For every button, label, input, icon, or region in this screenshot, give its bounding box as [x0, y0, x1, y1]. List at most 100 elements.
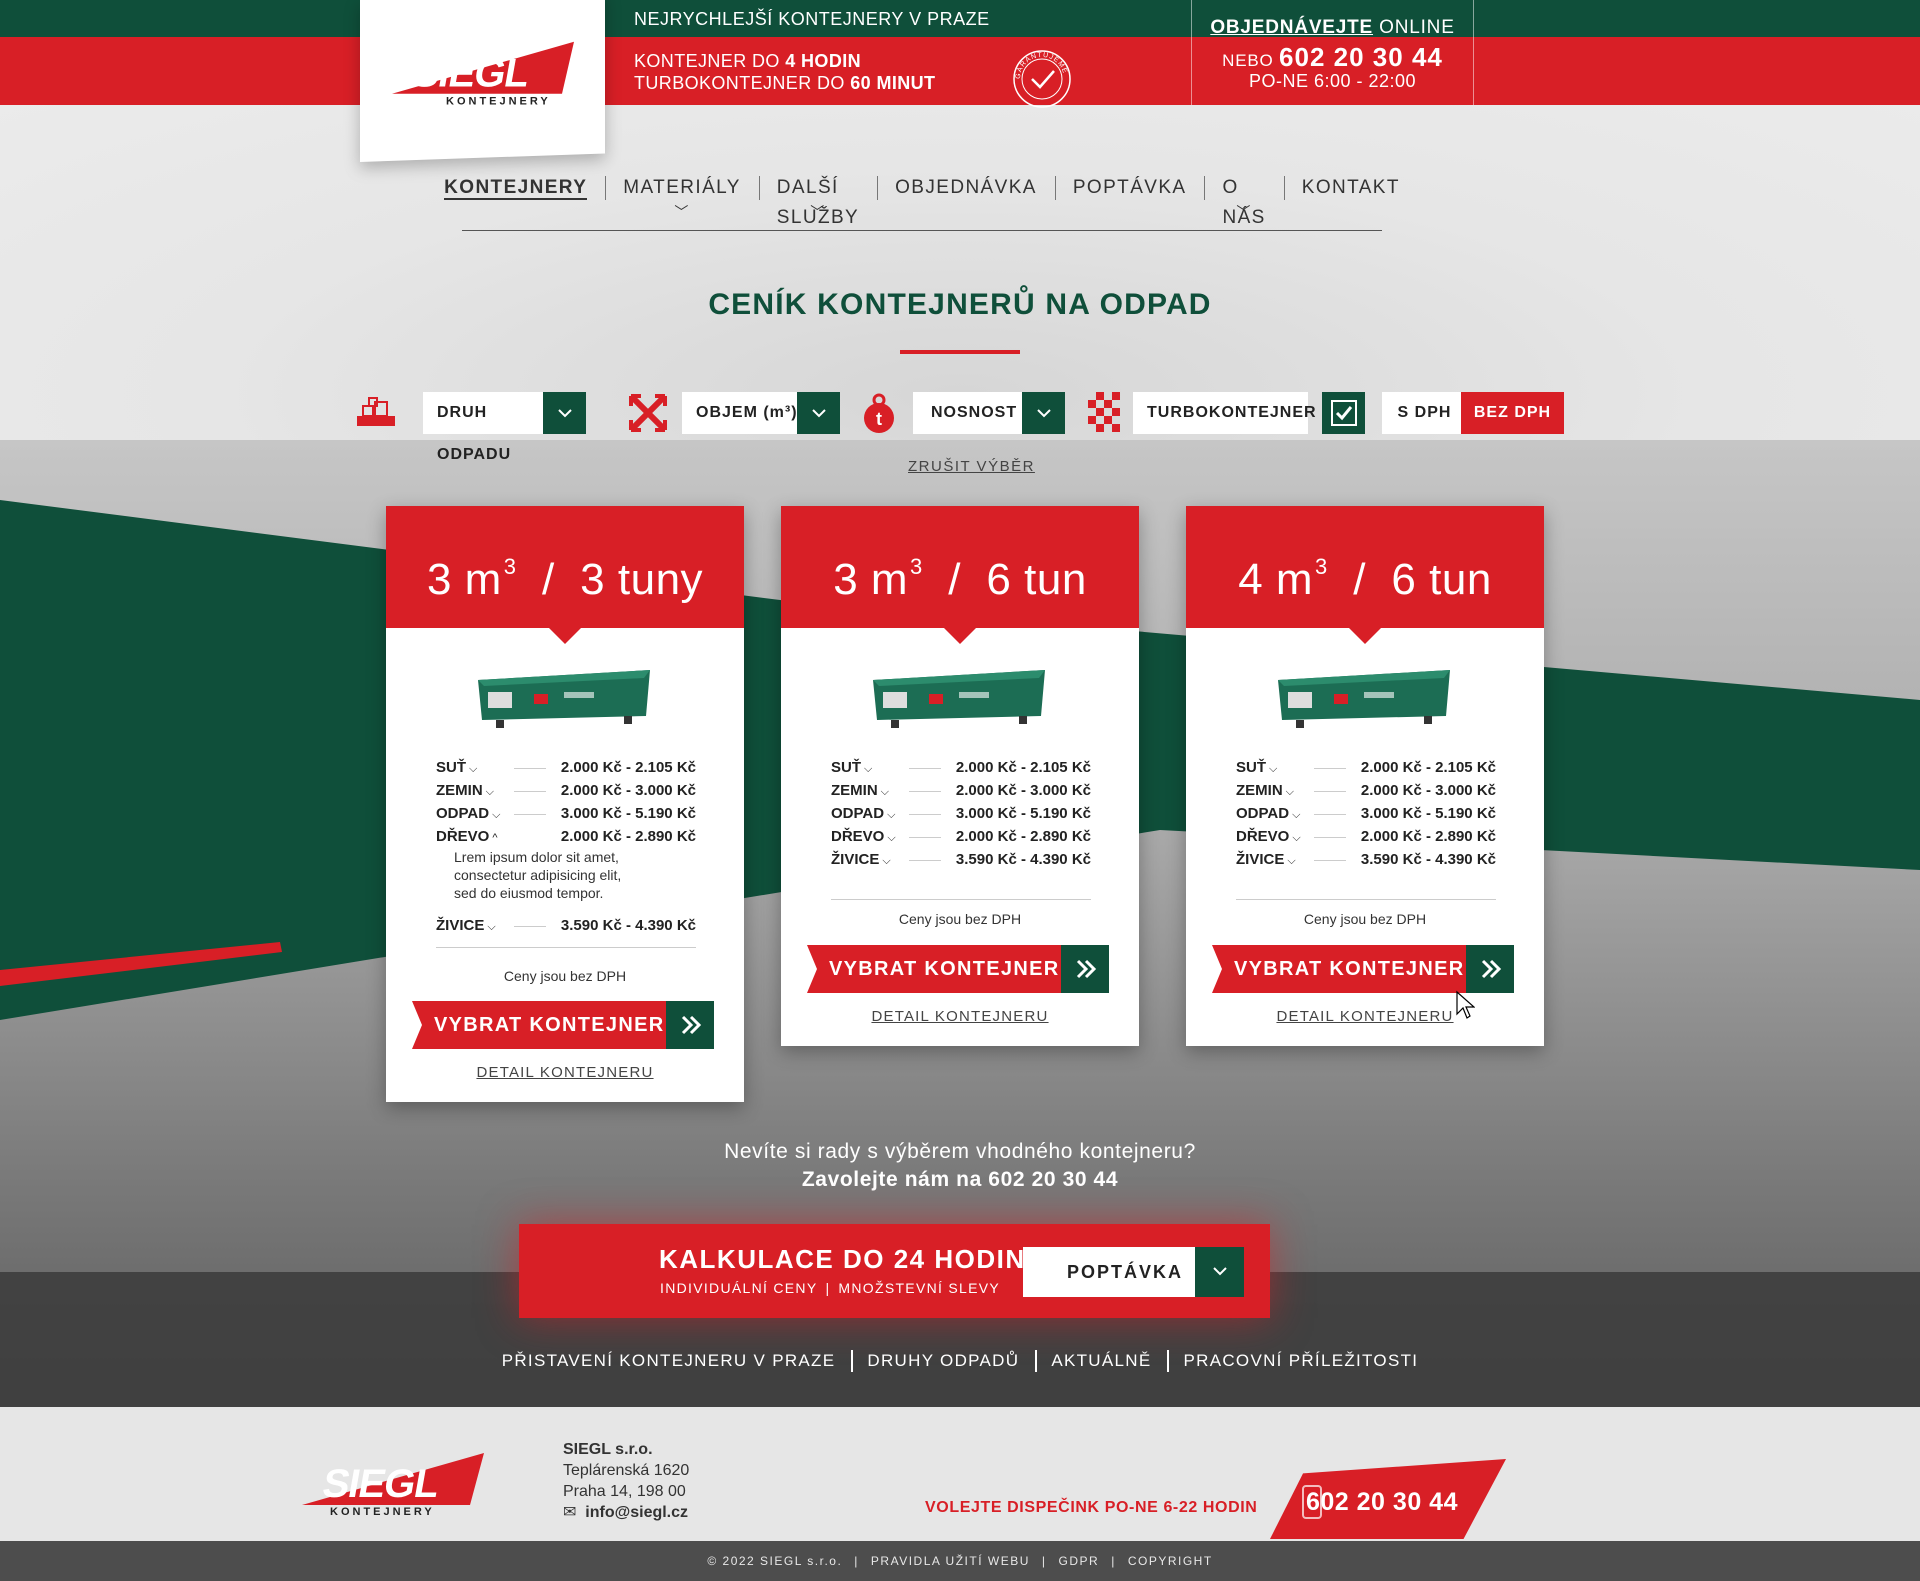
price-row[interactable]: DŘEVO ⌵ 2.000 Kč - 2.890 Kč — [1236, 825, 1496, 848]
price-row[interactable]: DŘEVO ⌵ 2.000 Kč - 2.890 Kč — [831, 825, 1091, 848]
address-street: Teplárenská 1620 — [563, 1462, 690, 1479]
chevron-down-icon: ⌵ — [1269, 763, 1278, 775]
chevron-down-icon: ⌵ — [880, 786, 890, 798]
waste-type-filter[interactable]: DRUH ODPADU — [423, 392, 543, 463]
logo-subtitle: KONTEJNERY — [446, 96, 551, 106]
chevron-down-icon: ⌵ — [1292, 832, 1301, 844]
nav-item-o-nas[interactable]: O NÁS ﹀ — [1204, 173, 1283, 228]
container-detail-link[interactable]: DETAIL KONTEJNERU — [1186, 1008, 1544, 1025]
price-row[interactable]: SUŤ ⌵ 2.000 Kč - 2.105 Kč — [436, 756, 696, 779]
inquiry-dropdown-button[interactable] — [1195, 1247, 1244, 1297]
calculation-banner: KALKULACE DO 24 HODIN INDIVIDUÁLNÍ CENY |… — [519, 1224, 1270, 1318]
chevron-down-icon: ﹀ — [1236, 204, 1252, 220]
waste-type-dropdown-button[interactable] — [543, 392, 586, 434]
container-image — [1278, 670, 1450, 728]
price-row[interactable]: SUŤ ⌵ 2.000 Kč - 2.105 Kč — [1236, 756, 1496, 779]
link-careers[interactable]: PRACOVNÍ PŘÍLEŽITOSTI — [1167, 1350, 1434, 1372]
price-row-expanded[interactable]: DŘEVO ^ 2.000 Kč - 2.890 Kč — [436, 825, 696, 848]
terms-link[interactable]: PRAVIDLA UŽITÍ WEBU — [871, 1554, 1030, 1568]
price-row[interactable]: SUŤ ⌵ 2.000 Kč - 2.105 Kč — [831, 756, 1091, 779]
price-row[interactable]: ŽIVICE ⌵ 3.590 Kč - 4.390 Kč — [436, 914, 696, 937]
copyright-link[interactable]: COPYRIGHT — [1128, 1554, 1213, 1568]
price-row[interactable]: ZEMIN ⌵ 2.000 Kč - 3.000 Kč — [1236, 779, 1496, 802]
double-chevron-right-icon — [1466, 945, 1514, 993]
capacity-dropdown-button[interactable] — [1022, 392, 1065, 434]
price-row[interactable]: ODPAD ⌵ 3.000 Kč - 5.190 Kč — [831, 802, 1091, 825]
select-container-button[interactable]: VYBRAT KONTEJNER — [412, 1001, 714, 1049]
nav-item-materialy[interactable]: MATERIÁLY ﹀ — [605, 173, 758, 219]
select-container-button[interactable]: VYBRAT KONTEJNER — [807, 945, 1109, 993]
volume-dropdown-button[interactable] — [797, 392, 840, 434]
siegl-logo[interactable]: SIEGL KONTEJNERY — [390, 36, 575, 106]
header-tagline: NEJRYCHLEJŠÍ KONTEJNERY V PRAZE — [634, 9, 990, 29]
select-container-button[interactable]: VYBRAT KONTEJNER — [1212, 945, 1514, 993]
chevron-down-icon: ⌵ — [882, 855, 891, 867]
promise-line2-prefix: TURBOKONTEJNER DO — [634, 73, 845, 93]
price-row[interactable]: ODPAD ⌵ 3.000 Kč - 5.190 Kč — [1236, 802, 1496, 825]
copyright-text: © 2022 SIEGL s.r.o. — [707, 1554, 843, 1568]
vat-toggle-with[interactable]: S DPH — [1382, 392, 1467, 434]
order-online-link[interactable]: OBJEDNÁVEJTE — [1210, 17, 1373, 38]
nav-item-objednavka[interactable]: OBJEDNÁVKA — [877, 173, 1055, 203]
price-list: SUŤ ⌵ 2.000 Kč - 2.105 Kč ZEMIN ⌵ 2.000 Kč -… — [831, 756, 1091, 900]
delivery-promise: KONTEJNER DO 4 HODIN TURBOKONTEJNER DO 6… — [634, 50, 935, 94]
price-row[interactable]: ODPAD ⌵ 3.000 Kč - 5.190 Kč — [436, 802, 696, 825]
svg-text:KONTEJNERY: KONTEJNERY — [330, 1506, 435, 1517]
card-header: 3 m3 / 6 tun — [781, 506, 1139, 644]
nav-item-kontejnery[interactable]: KONTEJNERY — [426, 173, 605, 203]
chevron-down-icon: ⌵ — [1285, 786, 1295, 798]
page-title: CENÍK KONTEJNERŮ NA ODPAD — [708, 288, 1212, 321]
chevron-down-icon — [1036, 409, 1051, 418]
vat-note: Ceny jsou bez DPH — [503, 968, 627, 984]
price-row[interactable]: ŽIVICE ⌵ 3.590 Kč - 4.390 Kč — [831, 848, 1091, 871]
footer: SIEGL KONTEJNERY SIEGL s.r.o. Teplárensk… — [0, 1407, 1920, 1541]
header-phone[interactable]: 602 20 30 44 — [1279, 42, 1443, 72]
volume-filter[interactable]: OBJEM (m³) — [682, 392, 802, 434]
svg-text:SIEGL: SIEGL — [319, 1461, 442, 1506]
logo-container[interactable]: SIEGL KONTEJNERY — [360, 0, 605, 162]
promise-line2-bold: 60 MINUT — [850, 73, 936, 93]
chevron-down-icon: ⌵ — [1292, 809, 1301, 821]
price-row[interactable]: ŽIVICE ⌵ 3.590 Kč - 4.390 Kč — [1236, 848, 1496, 871]
chevron-down-icon: ⌵ — [485, 786, 495, 798]
price-row[interactable]: ZEMIN ⌵ 2.000 Kč - 3.000 Kč — [831, 779, 1091, 802]
footer-siegl-logo[interactable]: SIEGL KONTEJNERY — [300, 1445, 485, 1517]
container-detail-link[interactable]: DETAIL KONTEJNERU — [386, 1064, 744, 1081]
volume-arrows-icon — [628, 393, 668, 433]
chevron-down-icon: ⌵ — [492, 809, 501, 821]
footer-phone-badge[interactable]: 602 20 30 44 — [1270, 1459, 1506, 1539]
price-row[interactable]: ZEMIN ⌵ 2.000 Kč - 3.000 Kč — [436, 779, 696, 802]
mail-icon: ✉ — [563, 1504, 577, 1521]
nav-item-dalsi-sluzby[interactable]: DALŠÍ SLUŽBY ﹀ — [758, 173, 877, 228]
turbo-checkbox[interactable] — [1322, 392, 1365, 434]
vat-note: Ceny jsou bez DPH — [1303, 911, 1427, 927]
nav-item-poptavka[interactable]: POPTÁVKA — [1054, 173, 1205, 203]
vat-toggle-without[interactable]: BEZ DPH — [1461, 392, 1564, 434]
weight-icon: t — [864, 393, 894, 433]
nav-item-kontakt[interactable]: KONTAKT — [1283, 173, 1418, 203]
turbo-filter[interactable]: TURBOKONTEJNER — [1133, 392, 1316, 434]
container-card: 4 m3 / 6 tun SUŤ ⌵ 2.000 Kč - 2.105 Kč ZEM… — [1186, 506, 1544, 1046]
waste-pile-icon — [357, 397, 395, 426]
card-header: 3 m3 / 3 tuny — [386, 506, 744, 644]
link-waste-types[interactable]: DRUHY ODPADŮ — [851, 1350, 1035, 1372]
link-news[interactable]: AKTUÁLNĚ — [1035, 1350, 1167, 1372]
address-city: Praha 14, 198 00 — [563, 1483, 686, 1500]
logo-wordmark: SIEGL — [409, 51, 532, 96]
double-chevron-right-icon — [666, 1001, 714, 1049]
chevron-down-icon — [1212, 1267, 1227, 1276]
order-contact-box: OBJEDNÁVEJTE ONLINE NEBO 602 20 30 44 PO… — [1191, 0, 1474, 105]
container-detail-link[interactable]: DETAIL KONTEJNERU — [781, 1008, 1139, 1025]
dispatch-hours: VOLEJTE DISPEČINK PO-NE 6-22 HODIN — [925, 1499, 1258, 1516]
bottom-bar: © 2022 SIEGL s.r.o. | PRAVIDLA UŽITÍ WEBU |… — [0, 1541, 1920, 1581]
gdpr-link[interactable]: GDPR — [1059, 1554, 1100, 1568]
capacity-filter[interactable]: NOSNOST — [913, 392, 1035, 434]
reset-filters-link[interactable]: ZRUŠIT VÝBĚR — [908, 458, 1035, 475]
footer-address: SIEGL s.r.o. Teplárenská 1620 Praha 14, … — [563, 1439, 689, 1523]
footer-phone-number[interactable]: 602 20 30 44 — [1306, 1488, 1458, 1517]
footer-email-link[interactable]: info@siegl.cz — [585, 1504, 688, 1521]
inquiry-select[interactable]: POPTÁVKA — [1023, 1247, 1195, 1297]
help-call-line[interactable]: Zavolejte nám na 602 20 30 44 — [802, 1168, 1118, 1191]
chevron-down-icon — [811, 409, 826, 418]
link-container-delivery[interactable]: PŘISTAVENÍ KONTEJNERU V PRAZE — [486, 1350, 852, 1372]
